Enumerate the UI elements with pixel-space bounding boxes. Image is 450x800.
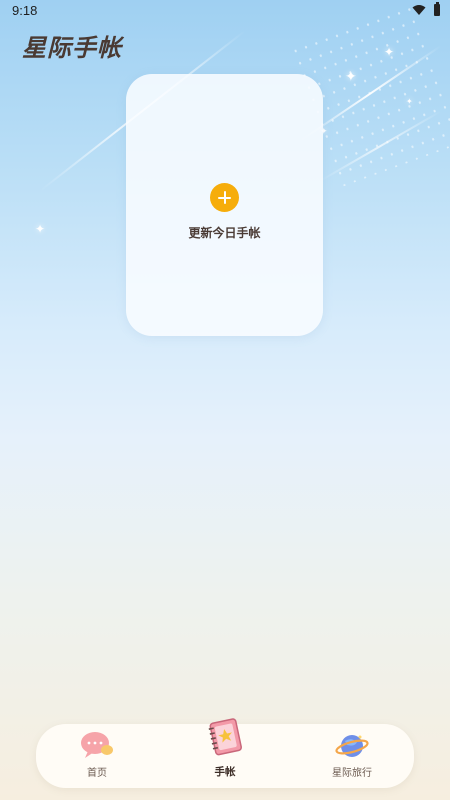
nav-label-journal: 手帐 (214, 766, 236, 778)
sparkle-icon: ✦ (35, 222, 46, 236)
plus-icon (218, 191, 231, 204)
nav-item-home[interactable]: 首页 (47, 724, 147, 788)
update-journal-label: 更新今日手帐 (188, 226, 261, 240)
status-time: 9:18 (12, 3, 38, 18)
sparkle-icon: ✦ (384, 45, 395, 59)
app-title: 星际手帐 (22, 33, 122, 62)
sparkle-icon: ✦ (345, 69, 357, 85)
notebook-icon (208, 718, 243, 756)
nav-label-star-travel: 星际旅行 (332, 768, 372, 779)
update-journal-card[interactable]: 更新今日手帐 (126, 74, 323, 336)
chat-bubble-icon (81, 732, 113, 758)
battery-icon (434, 2, 440, 16)
planet-icon (335, 735, 369, 757)
wifi-icon (412, 5, 426, 15)
bottom-nav: 首页 手帐 星际旅行 (36, 718, 414, 788)
nav-item-star-travel[interactable]: 星际旅行 (302, 724, 402, 788)
nav-item-journal[interactable]: 手帐 (175, 718, 275, 788)
status-bar: 9:18 (0, 0, 450, 22)
sparkle-icon: ✦ (406, 97, 413, 106)
status-icons (412, 2, 440, 16)
nav-label-home: 首页 (87, 768, 107, 779)
add-journal-button[interactable] (210, 183, 239, 212)
